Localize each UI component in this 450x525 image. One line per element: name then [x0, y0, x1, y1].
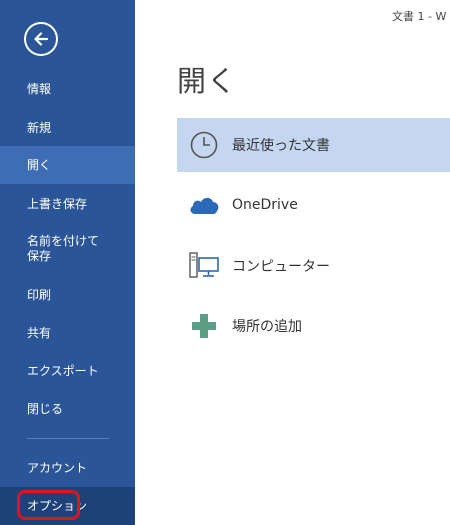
nav-divider: [27, 438, 109, 439]
window-title: 文書 1 - W: [392, 10, 447, 23]
nav-item-label: エクスポート: [27, 363, 99, 378]
back-button[interactable]: [24, 22, 58, 56]
nav-item-label: 開く: [27, 157, 52, 172]
place-label: OneDrive: [232, 197, 298, 213]
nav-item-close[interactable]: 閉じる: [0, 398, 135, 420]
nav-item-info[interactable]: 情報: [0, 78, 135, 100]
nav-item-label: オプション: [27, 498, 88, 513]
nav-item-label: 上書き保存: [27, 196, 88, 211]
cloud-icon: [177, 178, 231, 232]
nav-item-new[interactable]: 新規: [0, 117, 135, 139]
place-add-location[interactable]: 場所の追加: [177, 299, 450, 353]
back-arrow-icon: [34, 32, 49, 46]
nav-item-print[interactable]: 印刷: [0, 284, 135, 306]
nav-item-save[interactable]: 上書き保存: [0, 193, 135, 215]
place-computer[interactable]: コンピューター: [177, 239, 450, 293]
nav-item-label: 閉じる: [27, 401, 64, 416]
place-label: 最近使った文書: [232, 138, 330, 154]
nav-item-label: 情報: [27, 81, 52, 96]
plus-icon: [177, 299, 231, 353]
nav-item-label: 名前を付けて 保存: [27, 234, 100, 263]
nav-item-share[interactable]: 共有: [0, 322, 135, 344]
nav-item-save-as[interactable]: 名前を付けて 保存: [0, 233, 135, 265]
nav-item-label: 新規: [27, 120, 52, 135]
place-recent-documents[interactable]: 最近使った文書: [177, 118, 450, 172]
place-onedrive[interactable]: OneDrive: [177, 178, 450, 232]
nav-item-label: 共有: [27, 325, 52, 340]
nav-item-label: アカウント: [27, 460, 88, 475]
page-title: 開く: [177, 64, 238, 98]
nav-item-account[interactable]: アカウント: [0, 457, 135, 479]
backstage-sidebar: 情報 新規 開く 上書き保存 名前を付けて 保存 印刷 共有 エクスポート 閉じ…: [0, 0, 135, 525]
nav-item-options[interactable]: オプション: [0, 487, 135, 525]
nav-item-export[interactable]: エクスポート: [0, 360, 135, 382]
place-label: 場所の追加: [232, 319, 302, 335]
nav-item-open[interactable]: 開く: [0, 146, 135, 184]
nav-item-label: 印刷: [27, 287, 52, 302]
place-label: コンピューター: [232, 259, 330, 275]
clock-icon: [177, 118, 231, 172]
computer-icon: [177, 239, 231, 293]
